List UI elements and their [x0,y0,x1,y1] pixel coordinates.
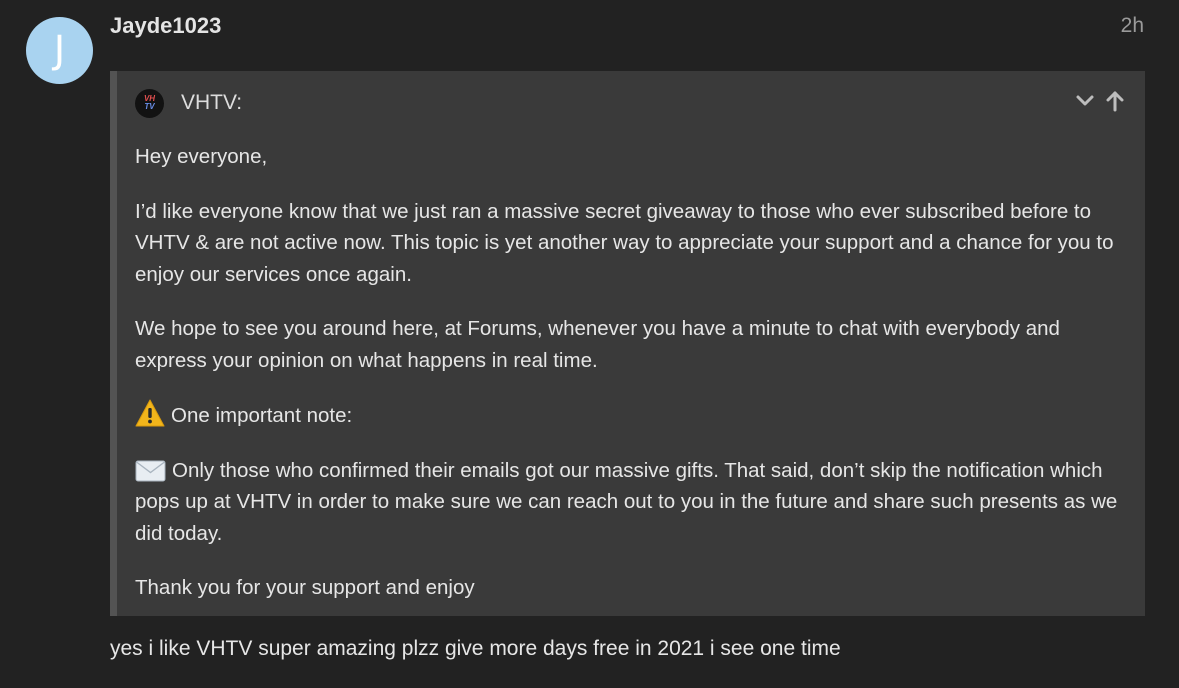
quote-author-avatar: VH TV [135,88,164,118]
quote-author: VHTV: [181,91,243,114]
arrow-up-icon[interactable] [1103,89,1127,113]
quote-paragraph-emails: Only those who confirmed their emails go… [135,455,1135,550]
quote-paragraph: We hope to see you around here, at Forum… [135,317,1060,372]
quote-header: VH TV VHTV: [135,88,242,118]
quote-paragraph: Hey everyone, [135,145,268,168]
quote-paragraph: Thank you for your support and enjoy [135,576,475,599]
quote-body: Hey everyone, I’d like everyone know tha… [135,141,1135,627]
warning-icon [135,399,165,427]
emails-text: Only those who confirmed their emails go… [135,458,1118,545]
username[interactable]: Jayde1023 [110,13,221,39]
quote-controls [1073,89,1127,113]
chevron-down-icon[interactable] [1073,89,1097,113]
envelope-icon [135,460,166,481]
quote-block: VH TV VHTV: Hey everyone, I’d like every… [110,71,1145,616]
post-date[interactable]: 2h [1121,14,1144,38]
quote-paragraph: I’d like everyone know that we just ran … [135,199,1114,286]
logo-text-bottom: TV [144,102,155,111]
post-reply-text: yes i like VHTV super amazing plzz give … [110,637,841,660]
avatar[interactable]: J [26,17,93,84]
quote-paragraph-note: One important note: [135,399,1135,432]
note-text: One important note: [171,404,353,427]
